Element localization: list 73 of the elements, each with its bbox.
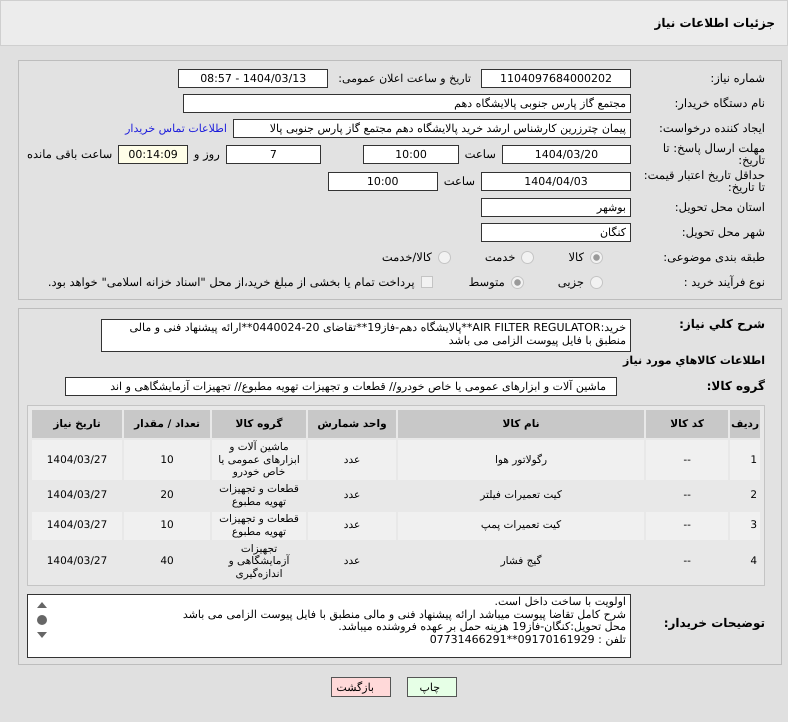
province-field: بوشهر: [481, 198, 631, 216]
remaining-time-field: 00:14:09: [118, 144, 188, 164]
buyer-org-field: مجتمع گاز پارس جنوبی پالایشگاه دهم: [183, 94, 631, 112]
time-field: 10:00: [363, 144, 459, 164]
table-cell: 1404/03/27: [32, 440, 122, 480]
field-label: ساعت: [464, 147, 496, 161]
days-field: 7: [226, 144, 321, 164]
table-cell: 1: [730, 440, 760, 480]
radio-button[interactable]: [590, 276, 603, 288]
announce-date-field: 1404/03/13 - 08:57: [178, 68, 328, 88]
city-field: کنگان: [481, 222, 631, 242]
radio-button[interactable]: [590, 250, 603, 264]
field-label: گروه کالا:: [706, 379, 765, 393]
table-cell: --: [646, 512, 728, 540]
back-button[interactable]: بازگشت: [331, 677, 391, 697]
table-cell: 10: [124, 512, 210, 540]
field-label: ساعت باقی مانده: [27, 147, 112, 161]
table-cell: 3: [730, 512, 760, 540]
table-cell: 1404/03/27: [32, 512, 122, 540]
table-cell: عدد: [308, 440, 396, 480]
section-title: اطلاعات کالاهاي مورد نياز: [622, 354, 765, 367]
field-label: ساعت: [444, 174, 475, 188]
field-label: ایجاد کننده درخواست:: [658, 121, 765, 135]
column-header: تاریخ نیاز: [32, 410, 122, 438]
contact-link[interactable]: اطلاعات تماس خریدار: [125, 122, 227, 134]
column-header: نام کالا: [398, 410, 644, 438]
radio-button[interactable]: [510, 276, 524, 288]
time-field: 10:00: [328, 172, 438, 190]
radio-button[interactable]: [438, 250, 451, 264]
field-label: طبقه بندی موضوعی:: [662, 250, 765, 264]
table-cell: عدد: [308, 512, 396, 540]
column-header: ردیف: [730, 410, 760, 438]
field-label: مهلت ارسال پاسخ: تا تاریخ:: [662, 142, 765, 166]
field-label: توضیحات خریدار:: [662, 616, 765, 630]
date-field: 1404/04/03: [481, 172, 631, 190]
field-label: تاریخ و ساعت اعلان عمومی:: [338, 72, 471, 84]
table-cell: رگولاتور هوا: [398, 440, 644, 480]
checkbox[interactable]: [420, 276, 433, 288]
radio-label: جزیی: [558, 275, 584, 289]
table-cell: --: [646, 440, 728, 480]
column-header: تعداد / مقدار: [124, 410, 210, 438]
column-header: کد کالا: [646, 410, 728, 438]
radio-button[interactable]: [521, 250, 534, 264]
radio-label: خدمت: [484, 250, 516, 264]
field-label: نام دستگاه خریدار:: [673, 96, 765, 110]
field-label: شرح کلي نياز:: [678, 317, 765, 331]
print-button[interactable]: چاپ: [407, 677, 457, 697]
description-field: خرید:AIR FILTER REGULATOR**پالایشگاه دهم-فاز19**تقاضای 20-0440024**ارائه پیشنهاد فنی و مالی منطبق با فایل پیوست الزامی می باشد: [101, 319, 631, 352]
column-header: گروه کالا: [212, 410, 306, 438]
field-label: روز و: [194, 147, 220, 161]
date-field: 1404/03/20: [502, 144, 631, 164]
field-label: حداقل تاریخ اعتبار قیمت: تا تاریخ:: [642, 169, 765, 193]
radio-label: کالا: [568, 250, 584, 264]
table-cell: 10: [124, 440, 210, 480]
page-title: جزئیات اطلاعات نیاز: [654, 16, 775, 30]
note-line: محل تحویل:کنگان-فاز19 هزینه حمل بر عهده فروشنده میباشد.: [338, 621, 626, 634]
checkbox-label: پرداخت تمام یا بخشی از مبلغ خرید،از محل "اسناد خزانه اسلامی" خواهد بود.: [48, 275, 415, 289]
requester-field: پیمان چترزرین کارشناس ارشد خرید پالایشگاه دهم مجتمع گاز پارس جنوبی پالا: [233, 118, 631, 138]
note-line: تلفن : 09170161929**07731466291: [430, 634, 626, 646]
need-number-field: 1104097684000202: [481, 68, 631, 88]
note-line: شرح کامل تقاضا پیوست میباشد ارائه پیشنهاد فنی و مالی منطبق با فایل پیوست الزامی می باشد: [182, 608, 626, 621]
field-label: استان محل تحویل:: [674, 200, 765, 214]
radio-label: متوسط: [468, 275, 505, 289]
radio-label: کالا/خدمت: [382, 250, 432, 264]
field-label: شهر محل تحویل:: [680, 225, 765, 239]
note-line: اولویت با ساخت داخل است.: [494, 596, 626, 608]
table-cell: ماشین آلات و ابزارهای عمومی یا خاص خودرو: [212, 440, 306, 480]
table-cell: کیت تعمیرات پمپ: [398, 512, 644, 540]
field-label: شماره نیاز:: [709, 71, 765, 85]
field-label: نوع فرآیند خرید :: [682, 275, 765, 289]
column-header: واحد شمارش: [308, 410, 396, 438]
table-cell: قطعات و تجهیزات تهویه مطبوع: [212, 512, 306, 540]
goods-group-field: ماشین آلات و ابزارهای عمومی یا خاص خودرو// قطعات و تجهیزات تهویه مطبوع// تجهیزات آزمایشگاهی و اند: [65, 376, 617, 396]
